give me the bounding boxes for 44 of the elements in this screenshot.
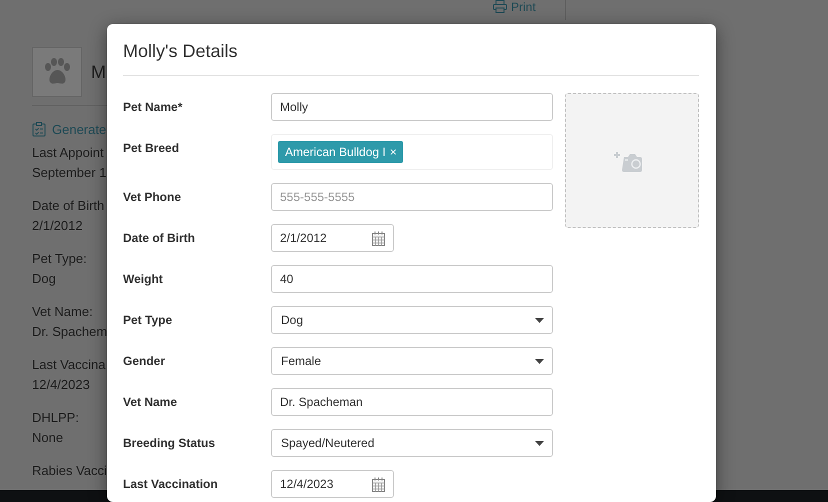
detail-label: Last Appoint xyxy=(32,144,104,162)
field-label: Weight xyxy=(123,271,164,288)
field-label: Pet Name* xyxy=(123,99,184,116)
input-field[interactable]: 555-555-5555 xyxy=(271,183,553,211)
date-field[interactable]: 2/1/2012 xyxy=(271,224,394,252)
pet-name: M xyxy=(91,62,106,82)
date-field[interactable]: 12/4/2023 xyxy=(271,470,394,498)
field-label: Pet Breed xyxy=(123,140,180,157)
printer-icon xyxy=(493,0,507,13)
select-field[interactable]: Spayed/Neutered xyxy=(271,429,553,457)
calendar-icon xyxy=(372,230,385,246)
select-field[interactable]: Dog xyxy=(271,306,553,334)
modal-title: Molly's Details xyxy=(123,24,699,76)
field-label: Breeding Status xyxy=(123,435,216,452)
detail-value: 2/1/2012 xyxy=(32,217,83,235)
detail-value: Dog xyxy=(32,270,56,288)
detail-label: Vet Name: xyxy=(32,303,93,321)
clipboard-icon xyxy=(32,122,46,137)
detail-label: Pet Type: xyxy=(32,250,87,268)
field-label: Vet Phone xyxy=(123,189,182,206)
detail-value: 12/4/2023 xyxy=(32,376,90,394)
calendar-icon xyxy=(372,476,385,492)
select-field[interactable]: Female xyxy=(271,347,553,375)
caret-icon xyxy=(535,440,544,446)
field-label: Last Vaccination xyxy=(123,476,219,493)
field-label: Vet Name xyxy=(123,394,178,411)
detail-label: Last Vaccina xyxy=(32,356,106,374)
input-field[interactable]: Molly xyxy=(271,93,553,121)
breed-tag: American Bulldog I × xyxy=(278,141,403,163)
field-label: Gender xyxy=(123,353,166,370)
paw-icon xyxy=(42,58,72,86)
detail-value: Dr. Spachem xyxy=(32,323,107,341)
detail-label: Rabies Vacci xyxy=(32,462,107,480)
detail-label: DHLPP: xyxy=(32,409,79,427)
input-field[interactable]: Dr. Spacheman xyxy=(271,388,553,416)
field-label: Pet Type xyxy=(123,312,174,329)
detail-value: None xyxy=(32,429,64,447)
field-label: Date of Birth xyxy=(123,230,196,247)
caret-icon xyxy=(535,318,544,322)
input-field[interactable]: 40 xyxy=(271,265,553,293)
caret-icon xyxy=(535,358,544,364)
detail-label: Date of Birth xyxy=(32,197,104,215)
photo-upload[interactable] xyxy=(565,93,699,228)
detail-value: September 1 xyxy=(32,164,106,182)
